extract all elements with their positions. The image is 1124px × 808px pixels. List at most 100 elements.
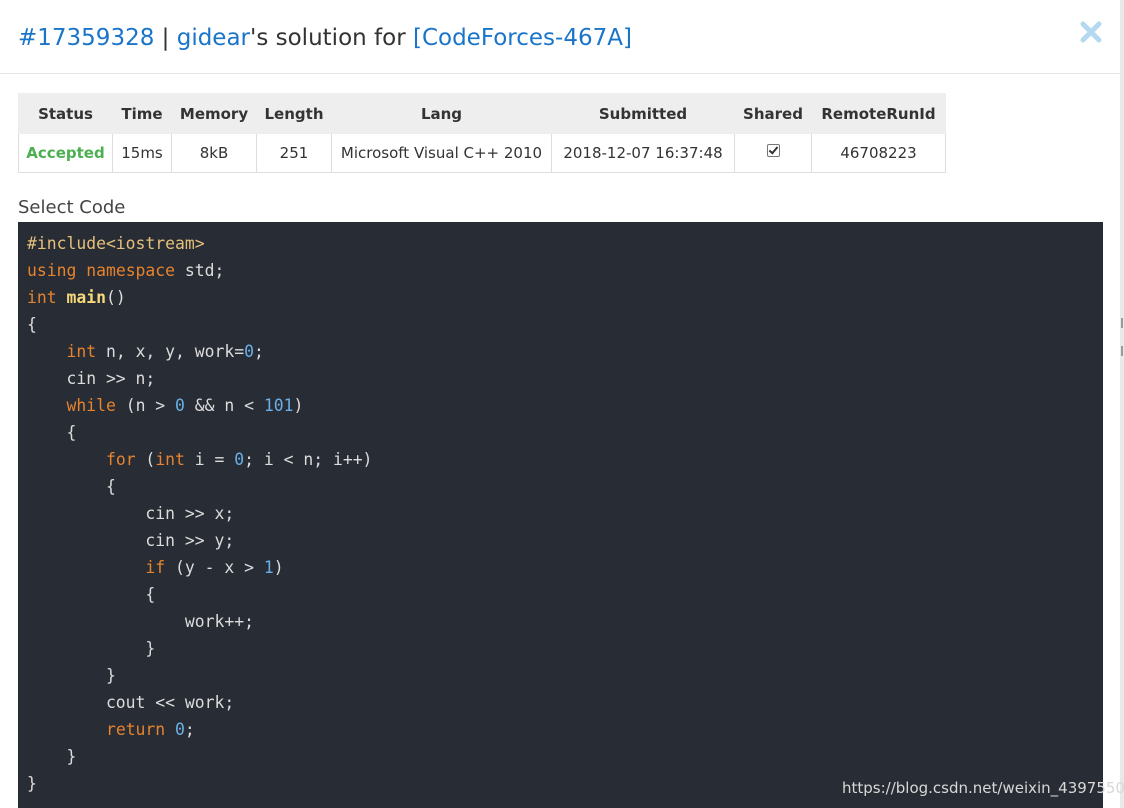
code-token: std; [175, 261, 225, 280]
page-edge [1120, 0, 1124, 808]
code-token: { [27, 423, 77, 442]
code-token: n, x, y, work= [96, 342, 245, 361]
code-token: } [27, 747, 77, 766]
status-table: Status Time Memory Length Lang Submitted… [18, 93, 946, 173]
code-token: ) [293, 396, 304, 415]
code-line: cin >> n; [27, 365, 1103, 392]
code-line: while (n > 0 && n < 101) [27, 392, 1103, 419]
table-row: Accepted 15ms 8kB 251 Microsoft Visual C… [18, 133, 946, 173]
code-token: work++; [27, 612, 254, 631]
code-token: for [105, 450, 136, 469]
code-line: cin >> x; [27, 500, 1103, 527]
status-accepted: Accepted [18, 133, 113, 173]
title-separator: | [154, 25, 177, 51]
code-token: ; i < n; i++) [244, 450, 373, 469]
select-code-label[interactable]: Select Code [18, 196, 125, 220]
code-token: (n > [115, 396, 176, 415]
code-token: ) [273, 558, 284, 577]
code-token: if [145, 558, 166, 577]
code-line: int n, x, y, work=0; [27, 338, 1103, 365]
code-token: 101 [263, 396, 294, 415]
header-submitted: Submitted [551, 93, 735, 134]
code-line: work++; [27, 608, 1103, 635]
shared-checkbox[interactable] [766, 144, 780, 157]
code-token: cout << work; [27, 693, 235, 712]
code-token: ; [254, 342, 264, 361]
code-token: while [66, 396, 116, 415]
modal-header: #17359328 | gidear's solution for [CodeF… [0, 0, 1120, 74]
cell-length: 251 [256, 133, 332, 173]
close-button[interactable] [1077, 18, 1105, 46]
code-line: #include<iostream> [27, 230, 1103, 257]
header-length: Length [256, 93, 332, 134]
code-line: { [27, 473, 1103, 500]
code-token: cin >> x; [27, 504, 235, 523]
code-token: ( [135, 450, 156, 469]
code-token: 0 [234, 450, 245, 469]
code-token: && n < [184, 396, 264, 415]
status-table-header-row: Status Time Memory Length Lang Submitted… [18, 93, 946, 134]
code-token: () [105, 288, 126, 307]
code-line: { [27, 311, 1103, 338]
close-icon [1080, 21, 1102, 43]
code-token: 1 [263, 558, 274, 577]
run-id-link[interactable]: #17359328 [18, 25, 154, 51]
code-line: return 0; [27, 716, 1103, 743]
code-token: 0 [244, 342, 254, 361]
code-token: 0 [175, 720, 185, 739]
code-line: } [27, 743, 1103, 770]
code-token: 0 [175, 396, 185, 415]
header-lang: Lang [331, 93, 552, 134]
user-link[interactable]: gidear [177, 25, 250, 51]
code-token: } [27, 666, 116, 685]
code-block[interactable]: #include<iostream> using namespace std; in… [18, 222, 1103, 808]
code-token: (y - x > [165, 558, 264, 577]
code-token: using [27, 261, 77, 280]
header-shared: Shared [734, 93, 812, 134]
code-line: cout << work; [27, 689, 1103, 716]
code-line: { [27, 419, 1103, 446]
code-token: { [27, 477, 116, 496]
code-token: main [66, 288, 106, 307]
code-line: int main() [27, 284, 1103, 311]
code-token: } [27, 639, 156, 658]
code-line: { [27, 581, 1103, 608]
code-token: return [105, 720, 166, 739]
cell-shared [734, 133, 812, 173]
edge-mark [1121, 346, 1123, 356]
code-token: int [27, 288, 57, 307]
problem-link[interactable]: [CodeForces-467A] [413, 25, 632, 51]
solution-modal: #17359328 | gidear's solution for [CodeF… [0, 0, 1124, 808]
code-line: if (y - x > 1) [27, 554, 1103, 581]
code-token: { [27, 585, 156, 604]
cell-lang: Microsoft Visual C++ 2010 [331, 133, 552, 173]
cell-remote-run-id: 46708223 [811, 133, 946, 173]
code-token: } [27, 774, 37, 793]
cell-memory: 8kB [171, 133, 257, 173]
code-token: #include<iostream> [27, 234, 205, 253]
code-line: using namespace std; [27, 257, 1103, 284]
code-line: } [27, 635, 1103, 662]
cell-time: 15ms [112, 133, 172, 173]
code-token: namespace [86, 261, 176, 280]
edge-mark [1121, 318, 1123, 328]
cell-submitted: 2018-12-07 16:37:48 [551, 133, 735, 173]
modal-title: #17359328 | gidear's solution for [CodeF… [18, 20, 632, 56]
code-line: for (int i = 0; i < n; i++) [27, 446, 1103, 473]
code-token: cin >> y; [27, 531, 235, 550]
code-line: } [27, 662, 1103, 689]
code-token: i = [184, 450, 235, 469]
code-token: { [27, 315, 37, 334]
header-memory: Memory [171, 93, 257, 134]
header-time: Time [112, 93, 172, 134]
header-remote-run-id: RemoteRunId [811, 93, 946, 134]
code-token: ; [184, 720, 195, 739]
code-token: int [66, 342, 97, 361]
